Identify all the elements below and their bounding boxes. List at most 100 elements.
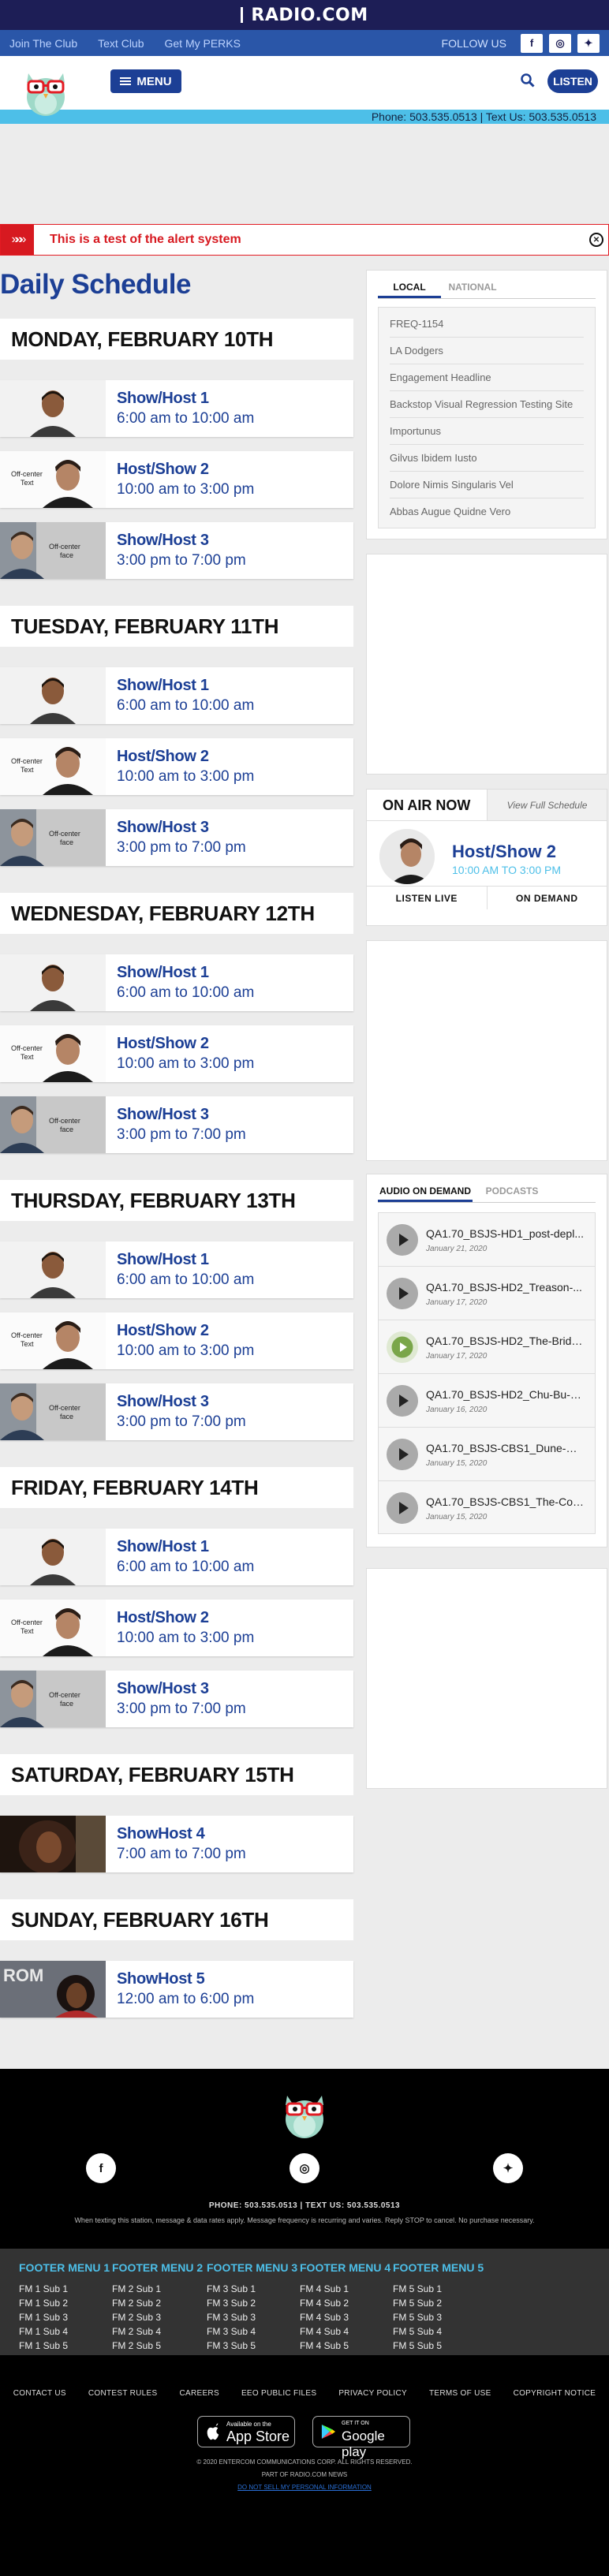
show-card[interactable]: Show/Host 1 6:00 am to 10:00 am — [0, 380, 353, 437]
show-name[interactable]: Show/Host 1 — [117, 677, 209, 695]
show-thumbnail[interactable]: Off-center face — [0, 809, 106, 866]
audio-title[interactable]: QA1.70_BSJS-CBS1_Dune-Cl... — [426, 1442, 584, 1454]
google-play-button[interactable]: GET IT ON Google play — [312, 2416, 410, 2459]
show-thumbnail[interactable] — [0, 380, 106, 437]
tab-audio-on-demand[interactable]: AUDIO ON DEMAND — [378, 1179, 473, 1202]
privacy-policy-link[interactable]: PRIVACY POLICY — [338, 2389, 407, 2398]
show-thumbnail[interactable] — [0, 954, 106, 1011]
close-icon[interactable]: ✕ — [589, 233, 603, 247]
footer-menu-item[interactable]: FM 1 Sub 4 — [19, 2324, 110, 2339]
audio-title[interactable]: QA1.70_BSJS-HD2_The-Bride... — [426, 1335, 584, 1347]
show-card[interactable]: Off-center face Show/Host 3 3:00 pm to 7:00… — [0, 1671, 353, 1727]
audio-title[interactable]: QA1.70_BSJS-HD2_Chu-Bu-a... — [426, 1388, 584, 1401]
footer-menu-item[interactable]: FM 4 Sub 1 — [300, 2282, 390, 2296]
show-name[interactable]: Show/Host 3 — [117, 1106, 209, 1124]
tab-national[interactable]: NATIONAL — [441, 275, 504, 298]
search-icon[interactable] — [521, 73, 535, 88]
audio-title[interactable]: QA1.70_BSJS-CBS1_The-Cor... — [426, 1495, 584, 1508]
show-card[interactable]: Off-center face Show/Host 3 3:00 pm to 7:00… — [0, 1096, 353, 1153]
footer-menu-item[interactable]: FM 1 Sub 5 — [19, 2339, 110, 2353]
contest-rules-link[interactable]: CONTEST RULES — [88, 2389, 158, 2398]
tab-local[interactable]: LOCAL — [378, 275, 441, 298]
footer-menu-item[interactable]: FM 2 Sub 1 — [112, 2282, 203, 2296]
show-card[interactable]: Off-center face Show/Host 3 3:00 pm to 7:00… — [0, 809, 353, 866]
audio-item[interactable]: QA1.70_BSJS-CBS1_The-Cor... January 15, 2… — [378, 1480, 596, 1534]
footer-menu-item[interactable]: FM 4 Sub 3 — [300, 2310, 390, 2324]
show-name[interactable]: Host/Show 2 — [117, 1609, 209, 1627]
show-thumbnail[interactable]: Off-center face — [0, 1671, 106, 1727]
show-name[interactable]: Show/Host 3 — [117, 1393, 209, 1411]
footer-menu-item[interactable]: FM 3 Sub 5 — [207, 2339, 297, 2353]
instagram-icon[interactable]: ◎ — [549, 33, 571, 53]
eeo-public-files-link[interactable]: EEO PUBLIC FILES — [241, 2389, 316, 2398]
play-icon[interactable] — [387, 1385, 418, 1417]
facebook-icon[interactable]: f — [521, 33, 543, 53]
show-thumbnail[interactable] — [0, 1241, 106, 1298]
text-club-link[interactable]: Text Club — [98, 37, 144, 50]
show-thumbnail[interactable]: Off-center Text — [0, 1312, 106, 1369]
app-store-button[interactable]: Available on the App Store — [197, 2416, 295, 2447]
audio-title[interactable]: QA1.70_BSJS-HD2_Treason-... — [426, 1281, 584, 1294]
show-thumbnail[interactable]: Off-center Text — [0, 738, 106, 795]
show-card[interactable]: ShowHost 4 7:00 am to 7:00 pm — [0, 1816, 353, 1872]
audio-title[interactable]: QA1.70_BSJS-HD1_post-depl... — [426, 1227, 584, 1240]
play-icon[interactable] — [387, 1278, 418, 1309]
show-name[interactable]: Host/Show 2 — [117, 461, 209, 479]
footer-menu-item[interactable]: FM 3 Sub 4 — [207, 2324, 297, 2339]
footer-menu-item[interactable]: FM 1 Sub 2 — [19, 2296, 110, 2310]
audio-item[interactable]: QA1.70_BSJS-HD2_The-Bride... January 17, … — [378, 1320, 596, 1373]
footer-menu-item[interactable]: FM 4 Sub 5 — [300, 2339, 390, 2353]
show-name[interactable]: Show/Host 3 — [117, 819, 209, 837]
list-item[interactable]: Dolore Nimis Singularis Vel — [390, 472, 584, 498]
view-full-schedule-link[interactable]: View Full Schedule — [487, 790, 607, 820]
footer-menu-item[interactable]: FM 5 Sub 5 — [393, 2339, 484, 2353]
show-card[interactable]: Off-center Text Host/Show 2 10:00 am to 3:0… — [0, 1025, 353, 1082]
list-item[interactable]: LA Dodgers — [390, 338, 584, 364]
show-card[interactable]: Off-center Text Host/Show 2 10:00 am to 3:0… — [0, 738, 353, 795]
footer-owl-logo[interactable] — [279, 2085, 330, 2140]
list-item[interactable]: FREQ-1154 — [390, 311, 584, 338]
footer-menu-item[interactable]: FM 1 Sub 3 — [19, 2310, 110, 2324]
footer-menu-title[interactable]: FOOTER MENU 1 — [19, 2261, 110, 2274]
show-name[interactable]: Host/Show 2 — [117, 1035, 209, 1053]
footer-menu-title[interactable]: FOOTER MENU 3 — [207, 2261, 297, 2274]
show-thumbnail[interactable]: Off-center Text — [0, 1600, 106, 1656]
footer-menu-title[interactable]: FOOTER MENU 5 — [393, 2261, 484, 2274]
footer-menu-title[interactable]: FOOTER MENU 2 — [112, 2261, 203, 2274]
footer-menu-item[interactable]: FM 5 Sub 2 — [393, 2296, 484, 2310]
careers-link[interactable]: CAREERS — [179, 2389, 219, 2398]
footer-menu-item[interactable]: FM 3 Sub 1 — [207, 2282, 297, 2296]
list-item[interactable]: Engagement Headline — [390, 364, 584, 391]
show-name[interactable]: ShowHost 4 — [117, 1825, 205, 1843]
show-name[interactable]: Show/Host 1 — [117, 1251, 209, 1269]
show-name[interactable]: ShowHost 5 — [117, 1970, 205, 1988]
footer-menu-item[interactable]: FM 5 Sub 1 — [393, 2282, 484, 2296]
show-name[interactable]: Host/Show 2 — [117, 748, 209, 766]
footer-menu-item[interactable]: FM 2 Sub 3 — [112, 2310, 203, 2324]
show-name[interactable]: Show/Host 1 — [117, 964, 209, 982]
show-thumbnail[interactable]: Off-center face — [0, 1096, 106, 1153]
play-icon[interactable] — [387, 1224, 418, 1256]
footer-menu-item[interactable]: FM 5 Sub 4 — [393, 2324, 484, 2339]
twitter-icon[interactable]: ✦ — [577, 33, 600, 53]
copyright-notice-link[interactable]: COPYRIGHT NOTICE — [514, 2389, 596, 2398]
get-perks-link[interactable]: Get My PERKS — [165, 37, 241, 50]
list-item[interactable]: Importunus — [390, 418, 584, 445]
show-thumbnail[interactable] — [0, 667, 106, 724]
list-item[interactable]: Backstop Visual Regression Testing Site — [390, 391, 584, 418]
footer-instagram-icon[interactable]: ◎ — [290, 2153, 319, 2183]
show-card[interactable]: Off-center Text Host/Show 2 10:00 am to 3:0… — [0, 451, 353, 508]
footer-menu-item[interactable]: FM 2 Sub 5 — [112, 2339, 203, 2353]
join-club-link[interactable]: Join The Club — [9, 37, 77, 50]
do-not-sell-link[interactable]: DO NOT SELL MY PERSONAL INFORMATION — [0, 2484, 609, 2491]
show-thumbnail[interactable] — [0, 1816, 106, 1872]
menu-button[interactable]: MENU — [110, 69, 181, 93]
show-card[interactable]: Show/Host 1 6:00 am to 10:00 am — [0, 667, 353, 724]
brand-name[interactable]: RADIO.COM — [251, 6, 368, 25]
footer-menu-title[interactable]: FOOTER MENU 4 — [300, 2261, 390, 2274]
footer-menu-item[interactable]: FM 1 Sub 1 — [19, 2282, 110, 2296]
footer-menu-item[interactable]: FM 5 Sub 3 — [393, 2310, 484, 2324]
alert-banner[interactable]: »»» This is a test of the alert system ✕ — [0, 224, 609, 256]
play-icon[interactable] — [387, 1439, 418, 1470]
show-thumbnail[interactable]: Off-center face — [0, 522, 106, 579]
